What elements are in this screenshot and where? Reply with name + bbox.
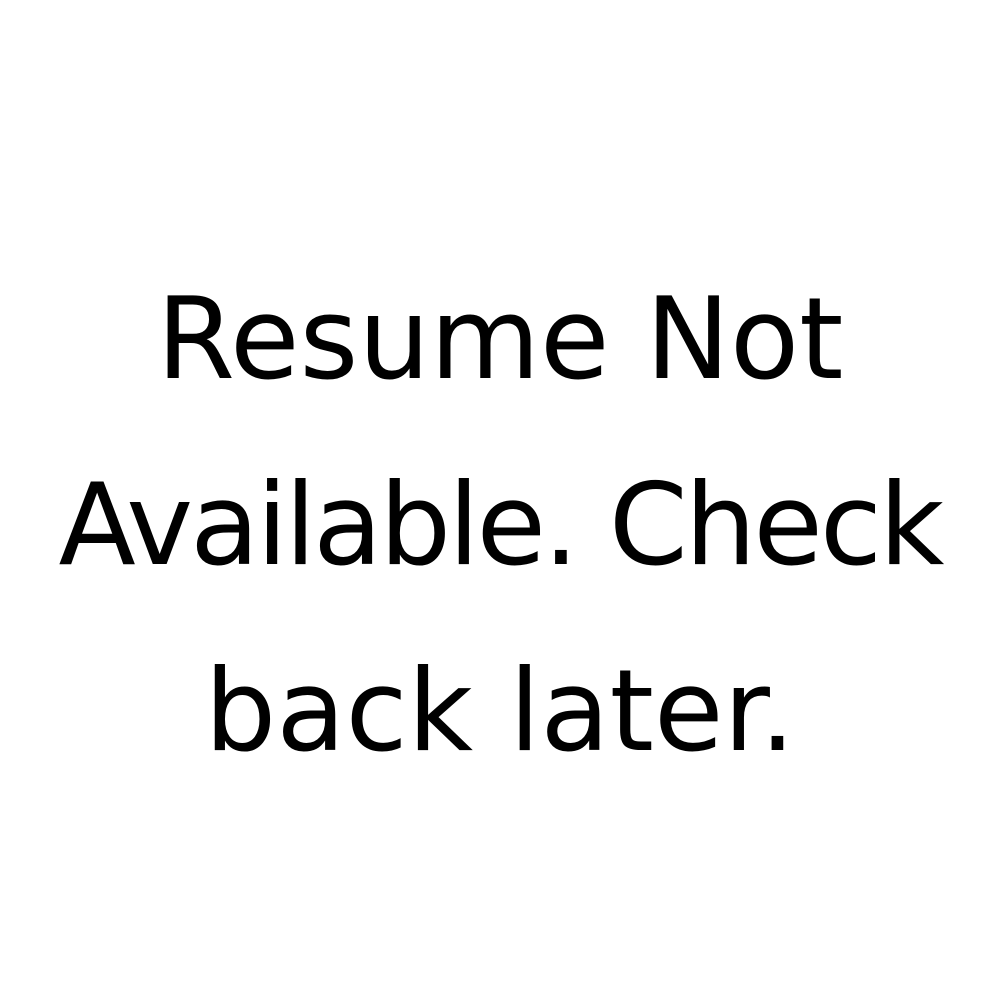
message-line-2: Available. Check xyxy=(58,459,945,591)
message-line-1: Resume Not xyxy=(156,273,844,405)
unavailable-message: Resume Not Available. Check back later. xyxy=(0,246,1000,804)
message-line-3: back later. xyxy=(204,645,796,777)
